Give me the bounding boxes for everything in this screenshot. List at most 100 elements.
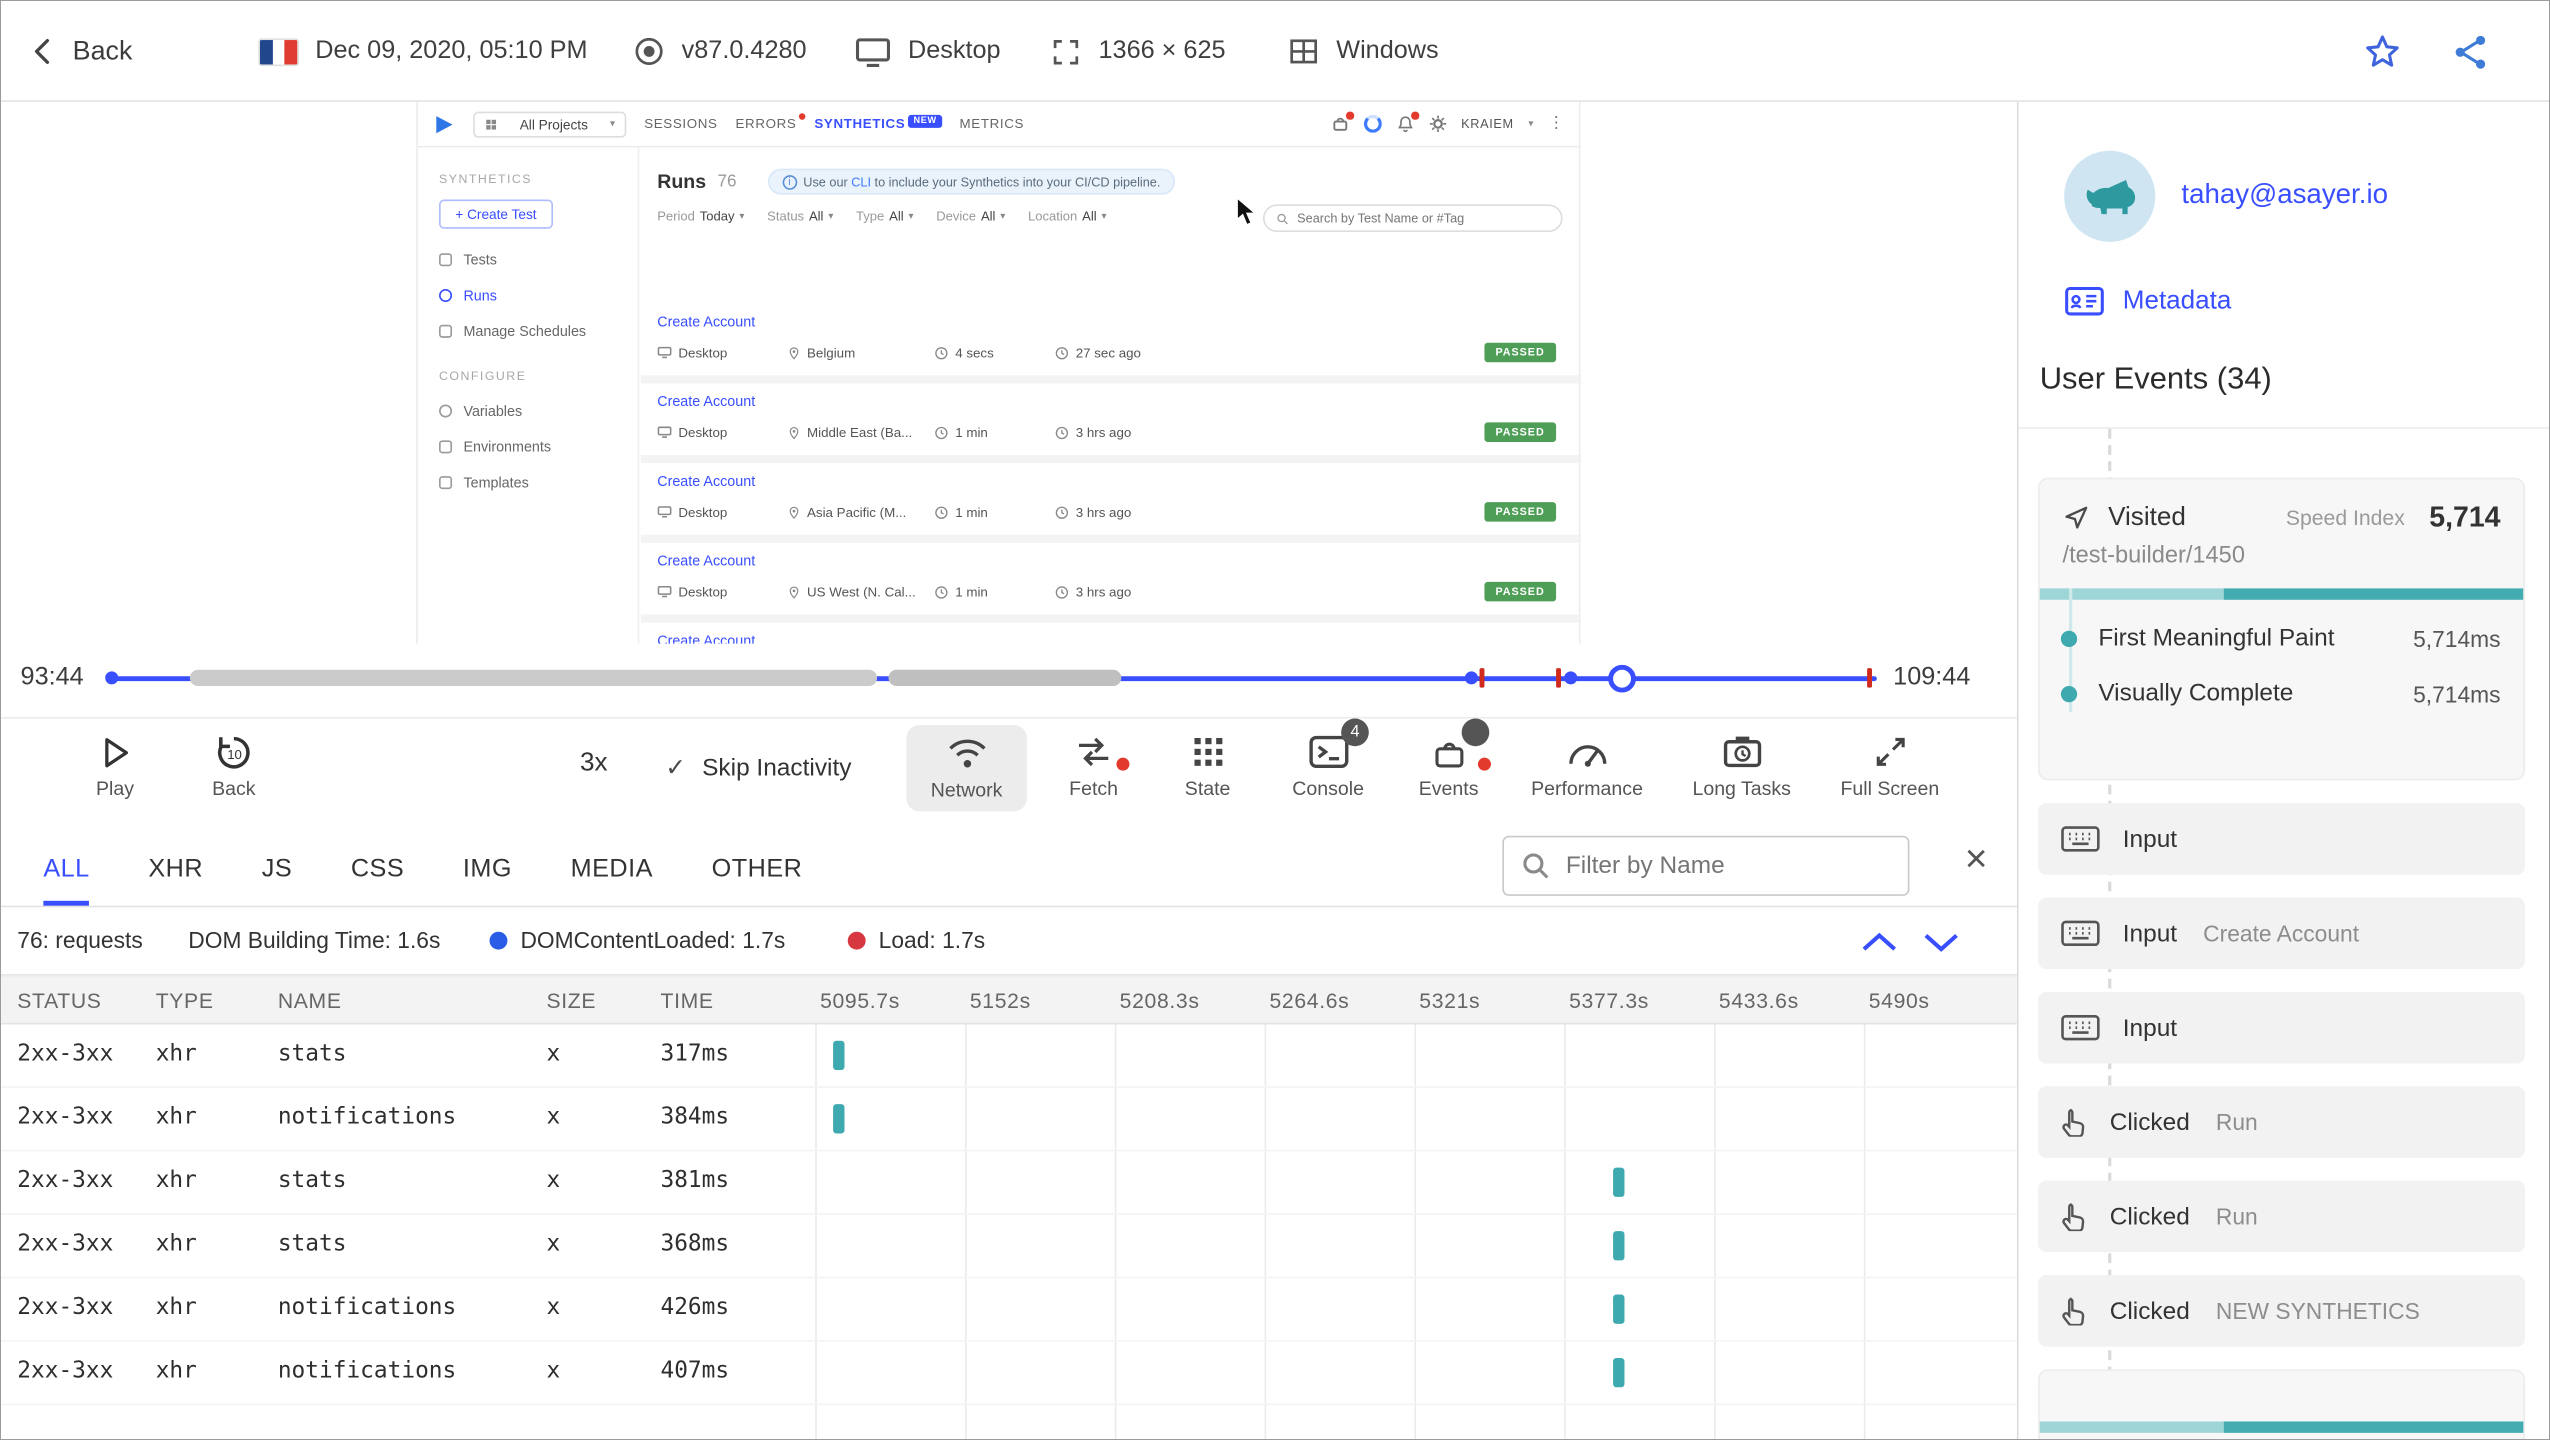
screen-resolution: 1366 × 625 (1050, 1, 1226, 102)
input-event-card[interactable]: Input Create Account (2038, 897, 2525, 970)
tab-other[interactable]: OTHER (712, 855, 803, 905)
table-row[interactable]: 2xx-3xx xhr stats x 317ms (1, 1024, 2017, 1088)
state-panel-button[interactable]: State (1157, 730, 1258, 800)
monitor-icon (657, 585, 672, 598)
monitor-icon (854, 36, 891, 67)
avatar (2064, 150, 2156, 242)
tab-errors: ERRORS (735, 113, 805, 131)
long-tasks-panel-button[interactable]: Long Tasks (1668, 730, 1815, 800)
metric-row: Visually Complete 5,714ms (2060, 680, 2501, 707)
test-search-field (1262, 204, 1563, 233)
request-count: 76: requests (17, 926, 143, 953)
console-count-badge: 4 (1341, 718, 1369, 747)
metadata-button[interactable]: Metadata (2064, 284, 2231, 318)
table-row[interactable]: 2xx-3xx xhr notifications x 407ms (1, 1342, 2017, 1406)
metric-dot (2060, 630, 2078, 647)
share-button[interactable] (2450, 1, 2491, 102)
tab-xhr[interactable]: XHR (148, 855, 203, 905)
runs-filters: Period Today ▾ Status All ▾ Type All ▾ Device A… (641, 200, 1579, 239)
device-label: Desktop (907, 36, 1001, 65)
speed-index-value: 5,714 (2429, 500, 2501, 534)
click-event-card[interactable]: Clicked Run (2038, 1086, 2525, 1158)
duration-icon (934, 425, 949, 440)
tab-css[interactable]: CSS (351, 855, 404, 905)
input-event-card[interactable]: Input (2038, 803, 2525, 875)
network-table-header: STATUS TYPE NAME SIZE TIME 5095.7s 5152s… (1, 975, 2017, 1025)
status-badge: PASSED (1484, 581, 1557, 602)
browser-icon (633, 35, 666, 68)
search-icon (1520, 850, 1551, 881)
request-timing-bar (1613, 1358, 1625, 1388)
event-marker (1464, 671, 1478, 685)
next-visited-event-card[interactable] (2038, 1369, 2525, 1439)
back-button[interactable]: Back (27, 1, 132, 102)
info-icon: i (782, 174, 797, 189)
request-timing-bar (833, 1040, 845, 1071)
inactivity-band (888, 669, 1122, 687)
col-size: SIZE (546, 988, 597, 1014)
user-email: tahay@asayer.io (2181, 178, 2388, 210)
filter-input[interactable] (1565, 851, 1892, 880)
test-search-input (1297, 210, 1550, 226)
performance-panel-button[interactable]: Performance (1512, 730, 1662, 800)
clock-icon (1055, 345, 1070, 360)
skip-inactivity-toggle[interactable]: ✓ Skip Inactivity (665, 753, 851, 782)
col-t7: 5490s (1868, 988, 1930, 1014)
click-event-card[interactable]: Clicked NEW SYNTHETICS (2038, 1275, 2525, 1347)
checkmark-icon: ✓ (665, 754, 686, 783)
playhead-knob[interactable] (1608, 664, 1636, 693)
runs-title: Runs (657, 170, 707, 194)
run-name-link: Create Account (657, 393, 756, 410)
visited-event-card[interactable]: Visited Speed Index 5,714 /test-builder/… (2038, 477, 2525, 781)
tab-img[interactable]: IMG (463, 855, 512, 905)
runs-list: Create Account Desktop Belgium 4 secs 27… (640, 303, 1579, 644)
run-name-link: Create Account (657, 313, 756, 330)
col-t3: 5264.6s (1269, 988, 1350, 1014)
hand-pointer-icon (2061, 1202, 2087, 1232)
dom-building-time: DOM Building Time: 1.6s (188, 926, 441, 953)
favorite-button[interactable] (2362, 1, 2403, 102)
sidebar-item-runs: Runs (439, 278, 616, 314)
browser-version-label: v87.0.4280 (681, 36, 807, 65)
speed-index-bar (2039, 588, 2524, 600)
full-screen-button[interactable]: Full Screen (1822, 730, 1959, 800)
speed-toggle[interactable]: 3x (558, 749, 630, 778)
tab-js[interactable]: JS (262, 855, 292, 905)
jump-previous-button[interactable] (1861, 930, 1898, 959)
network-table-body: 2xx-3xx xhr stats x 317ms 2xx-3xx xhr notifica… (1, 1024, 2017, 1406)
timeline-track[interactable] (105, 644, 1877, 717)
dom-content-loaded: DOMContentLoaded: 1.7s (489, 927, 785, 953)
tab-all[interactable]: ALL (43, 855, 90, 906)
events-panel-button[interactable]: Events (1395, 718, 1502, 800)
duration-icon (934, 505, 949, 520)
click-event-card[interactable]: Clicked Run (2038, 1180, 2525, 1253)
network-panel: ALL XHR JS CSS IMG MEDIA OTHER × 76: req… (1, 822, 2017, 1439)
back-label: Back (72, 35, 133, 66)
sidebar-section-configure: CONFIGURE (439, 368, 527, 384)
replayed-content: Runs 76 i Use our CLI to include your Sy… (640, 147, 1579, 644)
rewind-10-icon: 10 (213, 731, 255, 773)
run-group: Create Account (640, 622, 1579, 644)
duration-icon (934, 345, 949, 360)
project-selector-label: All Projects (519, 115, 588, 132)
table-row[interactable]: 2xx-3xx xhr stats x 381ms (1, 1151, 2017, 1215)
tab-media[interactable]: MEDIA (571, 855, 653, 905)
table-row[interactable]: 2xx-3xx xhr stats x 368ms (1, 1215, 2017, 1279)
rewind-10-button[interactable]: 10 Back (183, 730, 284, 800)
console-panel-button[interactable]: 4 Console (1274, 718, 1381, 800)
network-panel-button[interactable]: Network (906, 725, 1027, 812)
play-button[interactable]: Play (66, 730, 164, 800)
visited-label: Visited (2108, 502, 2186, 531)
svg-text:10: 10 (227, 746, 242, 761)
table-row[interactable]: 2xx-3xx xhr notifications x 426ms (1, 1278, 2017, 1342)
current-time: 93:44 (20, 663, 84, 691)
speed-index-label: Speed Index (2285, 505, 2405, 530)
sidebar-item-tests: Tests (439, 242, 616, 278)
state-icon (1192, 736, 1223, 767)
table-row[interactable]: 2xx-3xx xhr notifications x 384ms (1, 1088, 2017, 1152)
fetch-panel-button[interactable]: Fetch (1046, 730, 1140, 800)
input-event-card[interactable]: Input (2038, 991, 2525, 1064)
close-icon[interactable]: × (1965, 840, 1988, 880)
jump-next-button[interactable] (1922, 930, 1959, 959)
filter-field[interactable] (1502, 835, 1910, 896)
